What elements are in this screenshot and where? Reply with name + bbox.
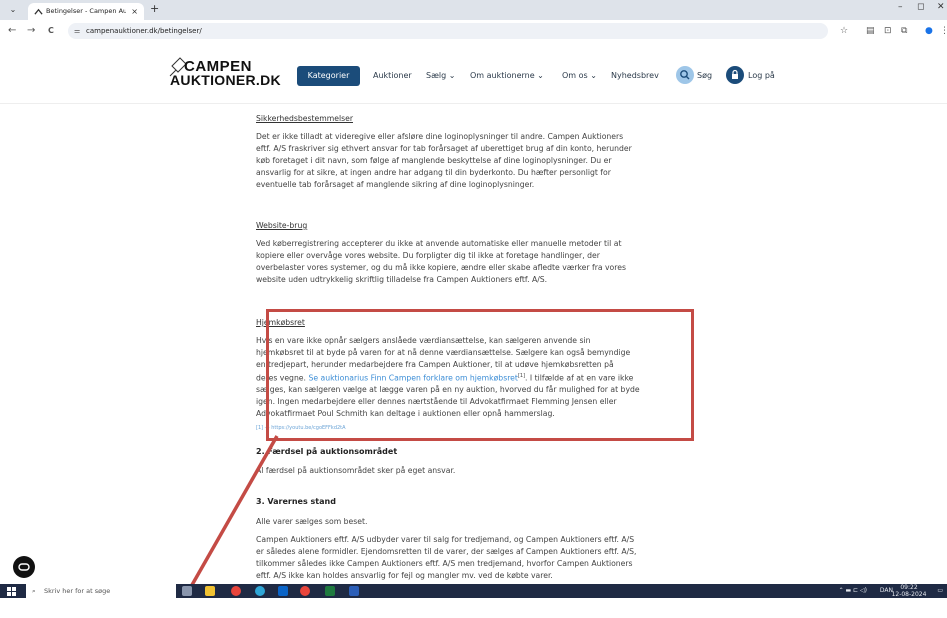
chat-button[interactable] [13,556,35,578]
nav-auktioner[interactable]: Auktioner [373,66,412,86]
browser-menu-icon[interactable]: ⋮ [940,24,947,38]
file-explorer-icon[interactable] [205,586,215,596]
nav-saelg[interactable]: Sælg ⌄ [426,66,455,86]
text-line: eftf. A/S fraskriver sig ethvert ansvar … [256,143,632,153]
clock-date[interactable]: 12-08-2024 [891,591,927,598]
address-bar-row: ← → C ⚌ campenauktioner.dk/betingelser/ … [0,20,947,42]
search-icon: ⌕ [32,587,36,595]
nav-sog[interactable]: Søg [697,66,712,86]
text-line: website uden udtrykkelig skriftlig tilla… [256,274,548,284]
nav-om-auktionerne[interactable]: Om auktionerne ⌄ [470,66,544,86]
tab-title: Betingelser - Campen Auktioner [46,7,126,15]
heading-website: Website-brug [256,221,308,230]
forward-button[interactable]: → [27,24,35,38]
nav-om-os[interactable]: Om os ⌄ [562,66,597,86]
search-icon[interactable] [676,66,694,84]
maximize-button[interactable]: ◻ [917,2,924,12]
text-line: Ved køberregistrering accepterer du ikke… [256,239,622,248]
text-line: tilkommer således ikke Campen Auktioners… [256,558,633,568]
browser-tab-bar: ⌄ Betingelser - Campen Auktioner × + – ◻… [0,0,947,20]
back-button[interactable]: ← [8,24,16,38]
text-line: overbelaster vores systemer, og du må ik… [256,262,626,272]
task-view-icon[interactable] [182,586,192,596]
chrome-icon[interactable] [231,586,241,596]
windows-taskbar: ⌕ Skriv her for at søge ⌃ ▬ ⊏ ◁) DAN 09:… [0,584,947,598]
notification-icon[interactable]: ▭ [937,587,943,594]
blank-area [0,598,947,618]
site-favicon-icon [34,8,43,15]
lock-icon[interactable] [726,66,744,84]
taskbar-search-input[interactable]: ⌕ Skriv her for at søge [26,584,176,598]
excel-icon[interactable] [325,586,335,596]
close-window-button[interactable]: ✕ [937,2,945,12]
categories-button[interactable]: Kategorier [297,66,360,86]
profile-icon[interactable]: ● [925,24,933,38]
taskbar-search-placeholder: Skriv her for at søge [44,587,111,595]
url-input[interactable]: ⚌ campenauktioner.dk/betingelser/ [68,23,828,39]
heading-faerdsel: 2. Færdsel på auktionsområdet [256,447,398,456]
reload-button[interactable]: C [48,24,54,38]
paragraph-website: Ved køberregistrering accepterer du ikke… [256,238,686,286]
clock-time[interactable]: 09:22 [893,584,925,591]
chrome-active-icon[interactable] [300,586,310,596]
text-line: ansvarlig for at sikre, at ingen andre h… [256,167,611,177]
highlight-box [266,309,694,441]
text-line: Det er ikke tilladt at videregive eller … [256,132,624,141]
new-tab-button[interactable]: + [150,2,159,15]
browser-tab[interactable]: Betingelser - Campen Auktioner × [28,3,144,20]
extension-icon[interactable]: ⊡ [884,24,892,38]
paragraph-stand: Campen Auktioners eftf. A/S udbyder vare… [256,534,686,582]
text-line: eftf. A/S ikke kan holdes ansvarlig for … [256,570,553,580]
tab-search-icon[interactable]: ⌄ [6,3,20,16]
nav-log-paa[interactable]: Log på [748,66,775,86]
minimize-button[interactable]: – [898,2,903,12]
tab-close-icon[interactable]: × [131,3,138,20]
site-logo[interactable]: CAMPEN AUKTIONER.DK [168,50,281,94]
text-line: køb foretaget i dit navn, som følge af m… [256,155,612,165]
paragraph-sikkerhed: Det er ikke tilladt at videregive eller … [256,131,686,191]
paragraph-faerdsel: Al færdsel på auktionsområdet sker på eg… [256,466,456,475]
nav-nyhedsbrev[interactable]: Nyhedsbrev [611,66,659,86]
logo-line-2: AUKTIONER.DK [170,72,281,88]
url-text: campenauktioner.dk/betingelser/ [86,27,202,35]
word-icon[interactable] [349,586,359,596]
text-line: eventuelle tab forårsaget af manglende s… [256,179,535,189]
bookmark-star-icon[interactable]: ☆ [840,24,848,38]
puzzle-icon[interactable]: ⧉ [901,24,907,38]
edge-icon[interactable] [255,586,265,596]
heading-stand: 3. Varernes stand [256,497,336,506]
site-settings-icon[interactable]: ⚌ [74,23,80,39]
text-line: kopiere eller overvåge vores website. Du… [256,250,600,260]
tray-icons[interactable]: ⌃ ▬ ⊏ ◁) [839,587,867,594]
site-header: CAMPEN AUKTIONER.DK Kategorier Auktioner… [0,42,947,104]
outlook-icon[interactable] [278,586,288,596]
text-line: er således alene formidler. Ejendomsrett… [256,546,637,556]
heading-sikkerhed: Sikkerhedsbestemmelser [256,114,353,123]
windows-start-icon[interactable] [7,587,16,596]
paragraph-stand-short: Alle varer sælges som beset. [256,517,368,526]
text-line: Campen Auktioners eftf. A/S udbyder vare… [256,535,635,544]
reading-list-icon[interactable]: ▤ [866,24,875,38]
